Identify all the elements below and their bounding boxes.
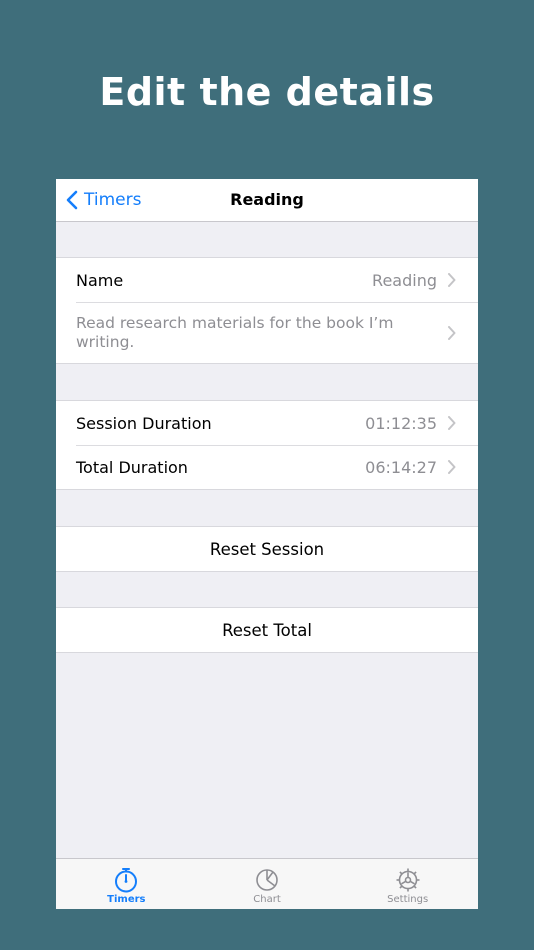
total-duration-label: Total Duration xyxy=(76,457,188,477)
tab-chart-label: Chart xyxy=(253,894,281,905)
tab-settings[interactable]: Settings xyxy=(337,859,478,909)
pie-chart-icon xyxy=(256,869,278,891)
name-label: Name xyxy=(76,270,124,290)
promo-title: Edit the details xyxy=(99,70,435,114)
tab-settings-label: Settings xyxy=(387,894,429,905)
page-title: Reading xyxy=(230,190,304,209)
session-duration-row[interactable]: Session Duration 01:12:35 xyxy=(56,401,478,445)
reset-session-button[interactable]: Reset Session xyxy=(56,527,478,571)
reset-session-group: Reset Session xyxy=(56,526,478,572)
tab-timers[interactable]: Timers xyxy=(56,859,197,909)
gear-icon xyxy=(396,868,420,892)
tab-chart[interactable]: Chart xyxy=(197,859,338,909)
tab-bar: Timers Chart Settings xyxy=(56,858,478,909)
chevron-right-icon xyxy=(448,273,456,287)
details-group: Name Reading Read research materials for… xyxy=(56,257,478,364)
description-text: Read research materials for the book I’m… xyxy=(76,313,394,351)
total-duration-row[interactable]: Total Duration 06:14:27 xyxy=(56,445,478,489)
durations-group: Session Duration 01:12:35 Total Duration… xyxy=(56,400,478,490)
reset-session-label: Reset Session xyxy=(209,539,325,559)
session-duration-value: 01:12:35 xyxy=(365,413,437,433)
chevron-right-icon xyxy=(448,325,456,340)
total-duration-value: 06:14:27 xyxy=(365,457,437,477)
session-duration-label: Session Duration xyxy=(76,413,212,433)
chevron-right-icon xyxy=(448,416,456,430)
navigation-bar: Timers Reading xyxy=(56,179,478,222)
name-value: Reading xyxy=(372,270,437,290)
chevron-right-icon xyxy=(448,460,456,474)
reset-total-button[interactable]: Reset Total xyxy=(56,608,478,652)
reset-total-group: Reset Total xyxy=(56,607,478,653)
description-row[interactable]: Read research materials for the book I’m… xyxy=(56,302,478,363)
phone-screen: Timers Reading Name Reading Read researc… xyxy=(56,179,478,909)
stopwatch-icon xyxy=(115,868,138,893)
name-row[interactable]: Name Reading xyxy=(56,258,478,302)
tab-timers-label: Timers xyxy=(107,894,146,905)
reset-total-label: Reset Total xyxy=(222,620,312,640)
